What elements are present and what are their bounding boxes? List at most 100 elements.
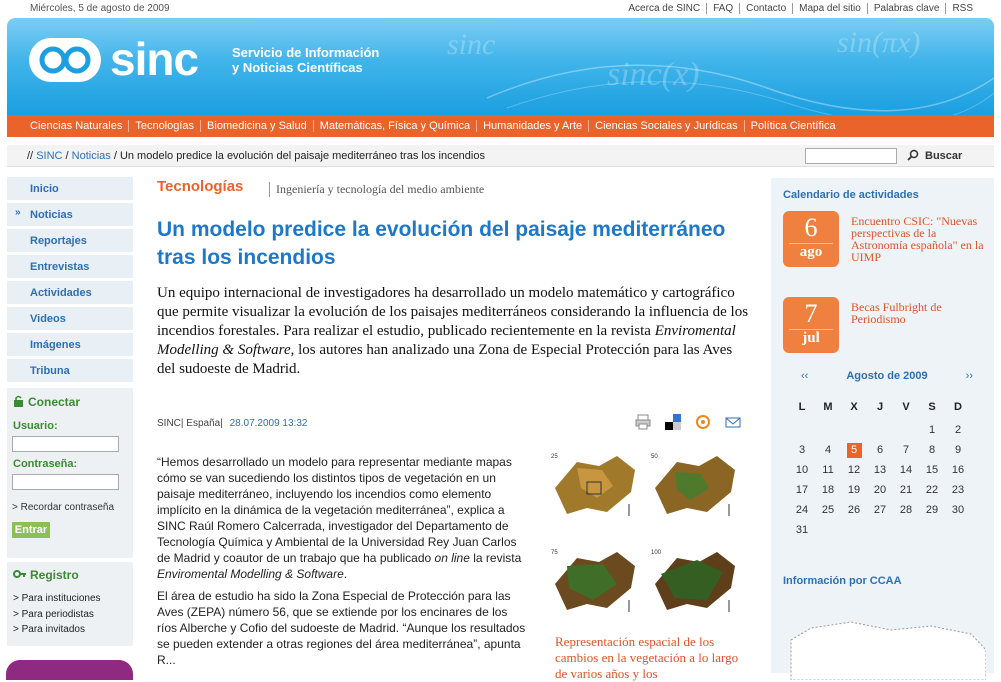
nav-ciencias-sociales[interactable]: Ciencias Sociales y Jurídicas — [588, 120, 743, 132]
calendar-day[interactable]: 13 — [867, 460, 893, 480]
event-month: ago — [789, 243, 833, 261]
nav-biomedicina[interactable]: Biomedicina y Salud — [200, 120, 313, 132]
search-input[interactable] — [805, 148, 897, 164]
sidebar-item-videos[interactable]: Videos — [7, 307, 133, 330]
sinc-logo-text[interactable]: sinc — [110, 32, 199, 86]
registro-link-invitados[interactable]: > Para invitados — [13, 624, 85, 635]
delicious-icon[interactable] — [665, 414, 681, 430]
calendar-day[interactable]: 19 — [841, 480, 867, 500]
top-links: Acerca de SINC FAQ Contacto Mapa del sit… — [622, 3, 979, 14]
sidebar-item-entrevistas[interactable]: Entrevistas — [7, 255, 133, 278]
top-link-palabras[interactable]: Palabras clave — [866, 3, 946, 14]
remember-password-link[interactable]: > Recordar contraseña — [12, 502, 114, 513]
calendar-day[interactable]: 22 — [919, 480, 945, 500]
top-link-mapa[interactable]: Mapa del sitio — [792, 3, 867, 14]
calendar-day[interactable]: 29 — [919, 500, 945, 520]
calendar-empty — [867, 420, 893, 440]
breadcrumb-section[interactable]: Noticias — [72, 150, 111, 162]
calendar-day[interactable]: 17 — [789, 480, 815, 500]
calendar-empty — [841, 420, 867, 440]
top-link-rss[interactable]: RSS — [945, 3, 979, 14]
top-link-contacto[interactable]: Contacto — [739, 3, 792, 14]
breadcrumb-home[interactable]: SINC — [36, 150, 62, 162]
calendar-day[interactable]: 3 — [789, 440, 815, 460]
breadcrumb-prefix: // — [27, 150, 34, 162]
calendar-today[interactable]: 5 — [846, 442, 862, 458]
calendar-day[interactable]: 15 — [919, 460, 945, 480]
nav-politica[interactable]: Política Científica — [743, 120, 842, 132]
password-field[interactable] — [12, 474, 119, 490]
article: Tecnologías Ingeniería y tecnología del … — [157, 178, 757, 681]
registro-link-instituciones[interactable]: > Para instituciones — [13, 593, 101, 604]
article-figure[interactable]: 25 50 75 100 — [547, 448, 743, 636]
sidebar-item-inicio[interactable]: Inicio — [7, 177, 133, 200]
calendar-day[interactable]: 6 — [867, 440, 893, 460]
share-icon[interactable] — [695, 414, 711, 430]
sidebar-item-reportajes[interactable]: Reportajes — [7, 229, 133, 252]
login-submit-button[interactable]: Entrar — [12, 522, 50, 538]
event-title[interactable]: Becas Fulbright de Periodismo — [851, 301, 987, 325]
calendar-day[interactable]: 14 — [893, 460, 919, 480]
article-subsection[interactable]: Ingeniería y tecnología del medio ambien… — [269, 182, 484, 197]
calendar-day[interactable]: 21 — [893, 480, 919, 500]
calendar-day[interactable]: 9 — [945, 440, 971, 460]
username-field[interactable] — [12, 436, 119, 452]
nav-humanidades[interactable]: Humanidades y Arte — [476, 120, 588, 132]
calendar-day[interactable]: 11 — [815, 460, 841, 480]
registro-link-periodistas[interactable]: > Para periodistas — [13, 609, 94, 620]
calendar-title: Calendario de actividades — [783, 189, 919, 201]
event-title[interactable]: Encuentro CSIC: "Nuevas perspectivas de … — [851, 215, 987, 263]
calendar-next-button[interactable]: ›› — [966, 370, 973, 382]
sinc-logo-icon[interactable] — [29, 38, 101, 82]
sidebar-item-noticias[interactable]: Noticias — [7, 203, 133, 226]
calendar-day[interactable]: 12 — [841, 460, 867, 480]
event-day: 7 — [804, 299, 818, 328]
calendar-day[interactable]: 26 — [841, 500, 867, 520]
article-tools — [635, 414, 741, 430]
calendar-day[interactable]: 8 — [919, 440, 945, 460]
spain-map[interactable] — [781, 600, 986, 680]
sidebar-item-tribuna[interactable]: Tribuna — [7, 359, 133, 382]
right-sidebar: Calendario de actividades 6 ago Encuentr… — [771, 178, 994, 680]
calendar-week: 31 — [789, 520, 971, 540]
calendar-day[interactable]: 4 — [815, 440, 841, 460]
event-day: 6 — [804, 213, 818, 242]
top-link-faq[interactable]: FAQ — [706, 3, 739, 14]
calendar-day[interactable]: 5 — [841, 440, 867, 460]
breadcrumb-bar: // SINC / Noticias / Un modelo predice l… — [7, 145, 994, 167]
nav-tecnologias[interactable]: Tecnologías — [128, 120, 200, 132]
sidebar-item-imagenes[interactable]: Imágenes — [7, 333, 133, 356]
calendar-day[interactable]: 24 — [789, 500, 815, 520]
key-icon — [13, 570, 26, 578]
nav-ciencias-naturales[interactable]: Ciencias Naturales — [24, 120, 128, 132]
calendar-day[interactable]: 23 — [945, 480, 971, 500]
calendar-day[interactable]: 7 — [893, 440, 919, 460]
subtitle-line-2: y Noticias Científicas — [232, 60, 363, 75]
calendar-weekday: D — [954, 401, 962, 413]
search-button[interactable]: Buscar — [907, 149, 962, 162]
print-icon[interactable] — [635, 414, 651, 430]
calendar-day[interactable]: 25 — [815, 500, 841, 520]
purple-banner[interactable] — [6, 660, 133, 680]
calendar-day[interactable]: 20 — [867, 480, 893, 500]
registro-title: Registro — [13, 568, 79, 582]
calendar-day[interactable]: 1 — [919, 420, 945, 440]
calendar-day[interactable]: 28 — [893, 500, 919, 520]
event-month: jul — [789, 329, 833, 347]
article-section[interactable]: Tecnologías — [157, 178, 243, 195]
calendar-week: 10 11 12 13 14 15 16 — [789, 460, 971, 480]
calendar-day[interactable]: 27 — [867, 500, 893, 520]
subtitle-line-1: Servicio de Información — [232, 45, 380, 60]
calendar-day[interactable]: 31 — [789, 520, 815, 540]
calendar-day[interactable]: 30 — [945, 500, 971, 520]
calendar-empty — [893, 420, 919, 440]
calendar-day[interactable]: 18 — [815, 480, 841, 500]
calendar-day[interactable]: 16 — [945, 460, 971, 480]
calendar-day[interactable]: 2 — [945, 420, 971, 440]
nav-matematicas[interactable]: Matemáticas, Física y Química — [312, 120, 476, 132]
calendar-weekday: X — [850, 401, 858, 413]
calendar-day[interactable]: 10 — [789, 460, 815, 480]
sidebar-item-actividades[interactable]: Actividades — [7, 281, 133, 304]
top-link-acerca[interactable]: Acerca de SINC — [622, 3, 706, 14]
email-icon[interactable] — [725, 414, 741, 430]
